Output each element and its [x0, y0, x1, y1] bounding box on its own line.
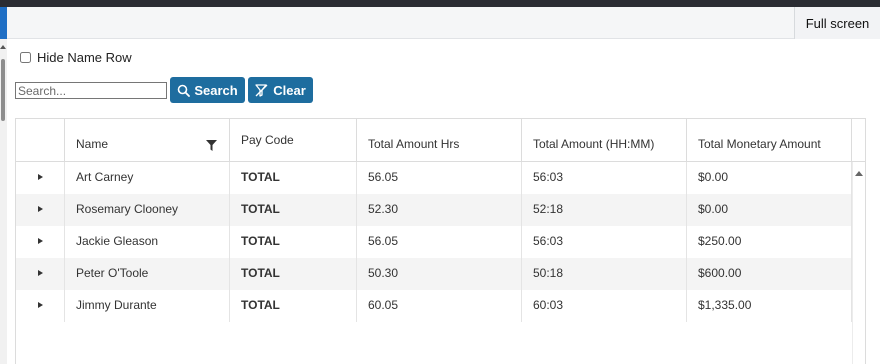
column-header-total-amount-hhmm-label: Total Amount (HH:MM) [533, 137, 655, 151]
total-amount-hrs-cell: 50.30 [357, 258, 522, 290]
expand-row-icon[interactable] [38, 238, 43, 244]
expander-column-header [16, 119, 65, 161]
total-amount-hrs-cell: 60.05 [357, 290, 522, 322]
expand-row-icon[interactable] [38, 174, 43, 180]
total-monetary-amount-cell: $600.00 [687, 258, 852, 290]
pay-code-cell: TOTAL [230, 194, 357, 226]
name-cell: Jackie Gleason [65, 226, 230, 258]
column-header-total-amount-hrs-label: Total Amount Hrs [368, 137, 460, 151]
total-monetary-amount-cell: $0.00 [687, 162, 852, 194]
scrollbar-thumb[interactable] [1, 59, 5, 121]
table-row[interactable]: Art Carney TOTAL 56.05 56:03 $0.00 [16, 162, 852, 194]
table-row[interactable]: Jimmy Durante TOTAL 60.05 60:03 $1,335.0… [16, 290, 852, 322]
row-expander-cell[interactable] [16, 290, 65, 322]
column-header-name-label: Name [76, 137, 109, 151]
window-top-bar [0, 0, 880, 7]
name-cell: Art Carney [65, 162, 230, 194]
hide-name-row-label: Hide Name Row [37, 50, 132, 65]
column-header-total-monetary-amount[interactable]: Total Monetary Amount [687, 119, 852, 161]
column-header-total-monetary-amount-label: Total Monetary Amount [698, 137, 821, 151]
row-expander-cell[interactable] [16, 194, 65, 226]
total-amount-hhmm-cell: 50:18 [522, 258, 687, 290]
column-header-total-amount-hrs[interactable]: Total Amount Hrs [357, 119, 522, 161]
expand-row-icon[interactable] [38, 302, 43, 308]
grid-header: Name Pay Code Total Amount Hrs Total Amo… [16, 119, 865, 162]
search-icon [178, 84, 191, 97]
total-monetary-amount-cell: $250.00 [687, 226, 852, 258]
clear-button[interactable]: Clear [248, 77, 313, 103]
total-monetary-amount-cell: $1,335.00 [687, 290, 852, 322]
data-grid: Name Pay Code Total Amount Hrs Total Amo… [15, 118, 866, 364]
scroll-up-arrow-icon[interactable] [0, 45, 6, 49]
total-amount-hrs-cell: 56.05 [357, 162, 522, 194]
full-screen-button[interactable]: Full screen [794, 7, 880, 39]
filter-icon[interactable] [206, 140, 217, 151]
row-expander-cell[interactable] [16, 226, 65, 258]
pay-code-cell: TOTAL [230, 258, 357, 290]
name-cell: Jimmy Durante [65, 290, 230, 322]
table-row[interactable]: Peter O'Toole TOTAL 50.30 50:18 $600.00 [16, 258, 852, 290]
column-header-pay-code[interactable]: Pay Code [230, 119, 357, 161]
search-button[interactable]: Search [170, 77, 245, 103]
top-toolbar: Full screen [7, 7, 880, 39]
scroll-up-arrow-icon[interactable] [855, 171, 863, 176]
total-amount-hrs-cell: 56.05 [357, 226, 522, 258]
hide-name-row-checkbox[interactable] [20, 52, 31, 63]
hide-name-row-toggle[interactable]: Hide Name Row [20, 50, 132, 65]
search-button-label: Search [194, 82, 238, 98]
pay-code-cell: TOTAL [230, 162, 357, 194]
row-expander-cell[interactable] [16, 258, 65, 290]
total-amount-hrs-cell: 52.30 [357, 194, 522, 226]
table-row[interactable]: Jackie Gleason TOTAL 56.05 56:03 $250.00 [16, 226, 852, 258]
total-amount-hhmm-cell: 60:03 [522, 290, 687, 322]
column-header-pay-code-label: Pay Code [241, 133, 294, 147]
expand-row-icon[interactable] [38, 206, 43, 212]
pay-code-cell: TOTAL [230, 226, 357, 258]
pay-code-cell: TOTAL [230, 290, 357, 322]
search-input[interactable] [15, 82, 167, 99]
clear-filter-icon [255, 83, 268, 97]
column-header-total-amount-hhmm[interactable]: Total Amount (HH:MM) [522, 119, 687, 161]
total-amount-hhmm-cell: 52:18 [522, 194, 687, 226]
total-amount-hhmm-cell: 56:03 [522, 162, 687, 194]
page-scrollbar[interactable] [0, 39, 7, 364]
column-header-name[interactable]: Name [65, 119, 230, 161]
total-amount-hhmm-cell: 56:03 [522, 226, 687, 258]
total-monetary-amount-cell: $0.00 [687, 194, 852, 226]
table-row[interactable]: Rosemary Clooney TOTAL 52.30 52:18 $0.00 [16, 194, 852, 226]
left-accent-bar [0, 7, 7, 39]
expand-row-icon[interactable] [38, 270, 43, 276]
name-cell: Peter O'Toole [65, 258, 230, 290]
name-cell: Rosemary Clooney [65, 194, 230, 226]
clear-button-label: Clear [273, 82, 306, 98]
row-expander-cell[interactable] [16, 162, 65, 194]
grid-vertical-scrollbar[interactable] [852, 162, 865, 364]
